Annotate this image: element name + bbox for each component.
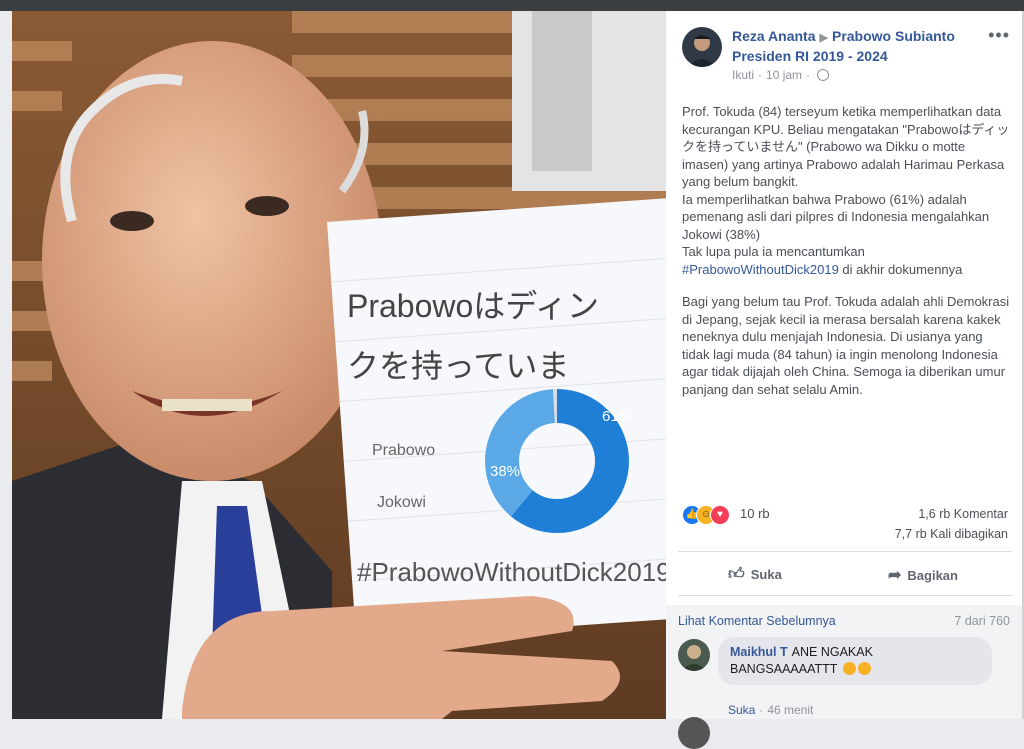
post-paragraph-1-text: Prof. Tokuda (84) terseyum ketika memper…	[682, 104, 1010, 259]
pct-jokowi: 38%	[490, 463, 520, 480]
reactions-count[interactable]: 10 rb	[740, 506, 770, 521]
post-photo[interactable]: Prabowoはディン クを持っていま Prabowo Jokowi 61% 3…	[12, 11, 666, 719]
comments-section: Lihat Komentar Sebelumnya 7 dari 760 Mai…	[666, 605, 1024, 749]
post-paragraph-2: Bagi yang belum tau Prof. Tokuda adalah …	[682, 294, 1010, 397]
share-button-label: Bagikan	[907, 567, 958, 583]
hashtag-suffix: di akhir dokumennya	[838, 261, 963, 277]
label-prabowo: Prabowo	[372, 442, 435, 459]
author-avatar[interactable]	[682, 27, 722, 67]
comments-page-count: 7 dari 760	[954, 614, 1010, 628]
comment-author-link[interactable]: Maikhul T	[730, 645, 788, 659]
note-hashtag: #PrabowoWithoutDick2019	[357, 557, 666, 587]
globe-icon	[817, 69, 830, 81]
like-button-label: Suka	[750, 567, 782, 582]
post-panel: Reza Ananta ▶ Prabowo Subianto Presiden RI…	[666, 11, 1024, 749]
comments-count-link[interactable]: 1,6 rb Komentar	[918, 507, 1008, 521]
post-body: Prof. Tokuda (84) terseyum ketika memper…	[682, 103, 1012, 413]
shares-count-link[interactable]: 7,7 rb Kali dibagikan	[895, 527, 1008, 541]
post-paragraph-1: Prof. Tokuda (84) terseyum ketika memper…	[682, 103, 1012, 278]
browser-top-strip	[0, 0, 1024, 11]
thumbs-up-icon: 👍︎	[728, 566, 745, 583]
commenter-avatar[interactable]	[678, 639, 710, 671]
note-line-2: クを持っていま	[347, 348, 569, 384]
comment-bubble: Maikhul T ANE NGAKAK BANGSAAAAATTT	[718, 637, 992, 685]
comment-meta: Suka · 46 menit	[728, 703, 814, 717]
post-meta: Ikuti · 10 jam ·	[732, 68, 830, 82]
follow-link[interactable]: Ikuti	[732, 68, 754, 82]
share-arrow-icon: ➦	[888, 567, 902, 584]
post-time[interactable]: 10 jam	[766, 68, 802, 82]
author-name-link[interactable]: Reza Ananta	[732, 28, 816, 44]
label-jokowi: Jokowi	[377, 494, 426, 511]
divider	[678, 595, 1012, 596]
laughing-emoji-icon	[842, 662, 856, 675]
divider	[678, 551, 1012, 552]
laughing-emoji-icon	[857, 662, 871, 675]
caret-right-icon: ▶	[819, 32, 828, 44]
comment-like-link[interactable]: Suka	[728, 703, 755, 717]
share-button[interactable]: ➦ Bagikan	[888, 565, 958, 585]
see-previous-comments-link[interactable]: Lihat Komentar Sebelumnya	[678, 614, 836, 628]
pct-prabowo: 61%	[602, 408, 632, 425]
comment-time[interactable]: 46 menit	[767, 703, 813, 717]
love-reaction-icon: ♥	[710, 505, 730, 525]
post-header: Reza Ananta ▶ Prabowo Subianto Presiden RI…	[732, 27, 982, 65]
next-commenter-avatar[interactable]	[678, 717, 710, 749]
hashtag-link[interactable]: #PrabowoWithoutDick2019	[682, 262, 839, 277]
like-button[interactable]: 👍︎ Suka	[728, 565, 782, 584]
note-line-1: Prabowoはディン	[347, 288, 599, 324]
more-options-icon[interactable]: •••	[988, 25, 1010, 46]
